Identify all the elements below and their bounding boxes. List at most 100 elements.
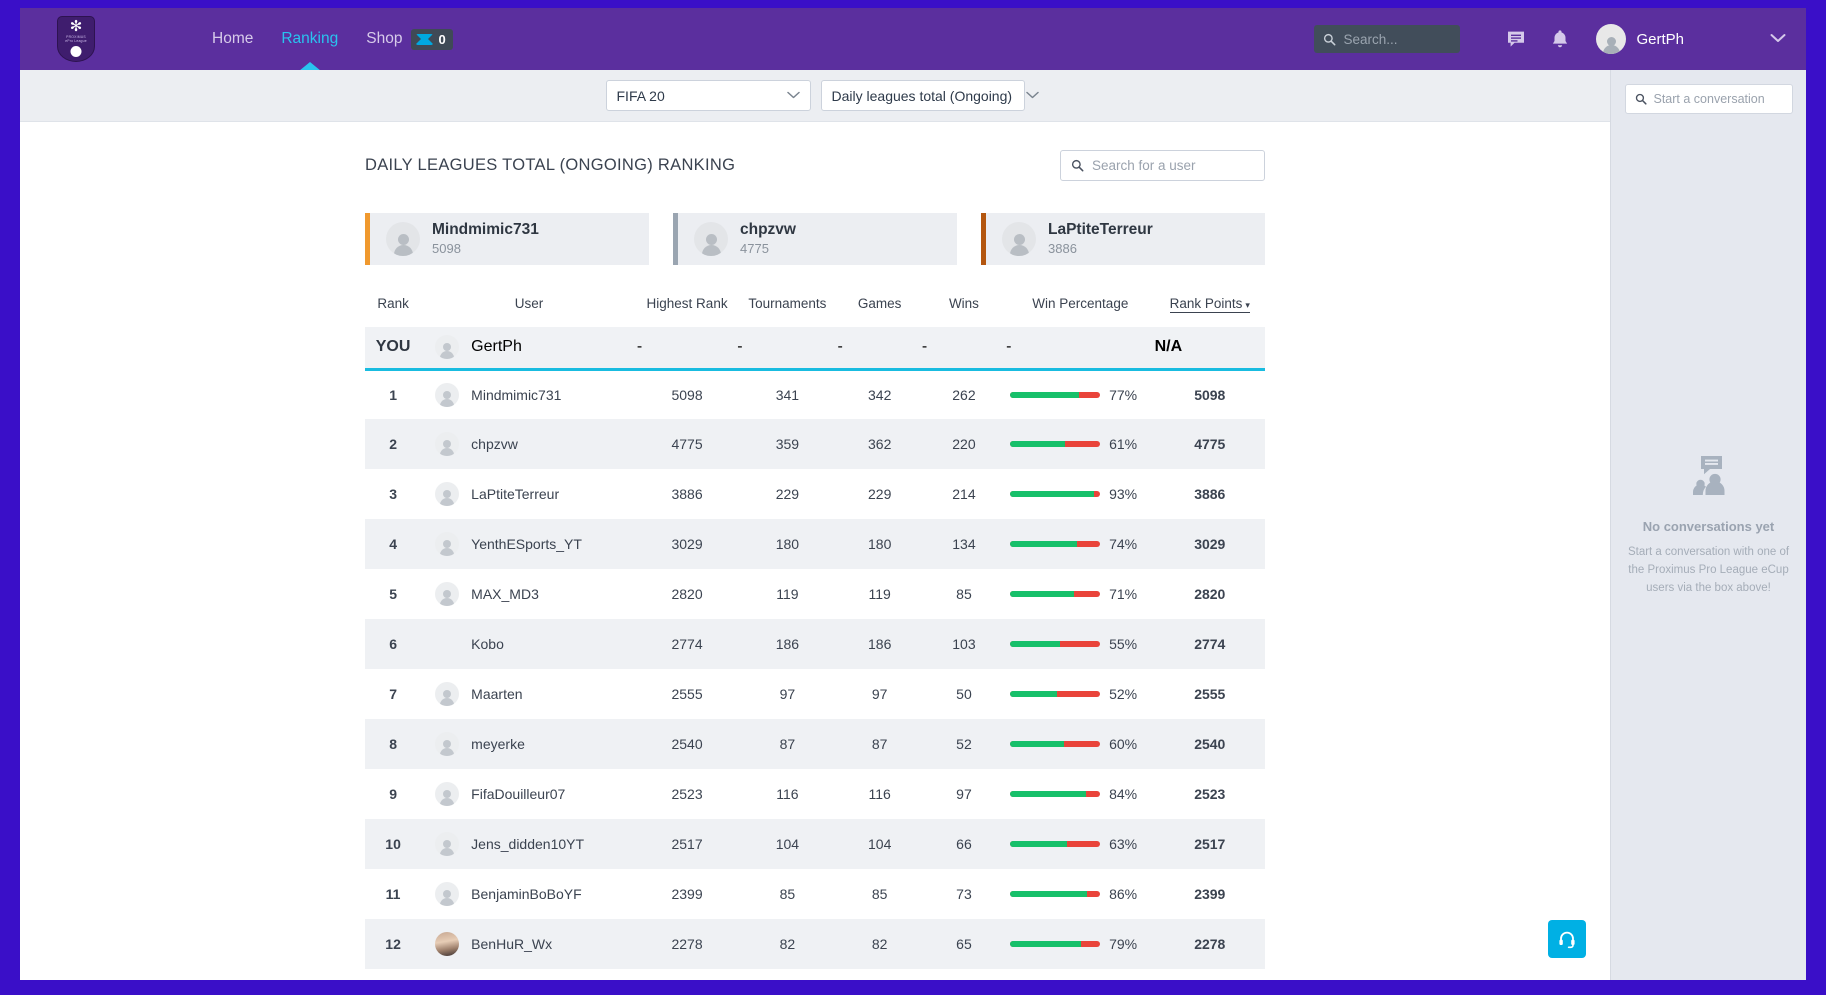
podium-card-1[interactable]: Mindmimic7315098 bbox=[365, 213, 649, 265]
support-button[interactable] bbox=[1548, 920, 1586, 958]
ranking-section: DAILY LEAGUES TOTAL (ONGOING) RANKING Se… bbox=[20, 122, 1610, 969]
column-header-highest-rank[interactable]: Highest Rank bbox=[637, 288, 737, 327]
column-header-rank-points[interactable]: Rank Points▾ bbox=[1155, 288, 1265, 327]
table-row-you[interactable]: YOUGertPh-----N/A bbox=[365, 327, 1265, 369]
conversation-people-icon bbox=[1685, 454, 1733, 498]
cell-username: Jens_didden10YT bbox=[471, 836, 584, 852]
cell-win-percentage: 79% bbox=[1006, 919, 1154, 969]
table-row[interactable]: 2chpzvw477535936222061%4775 bbox=[365, 419, 1265, 469]
cell-tournaments: 97 bbox=[737, 669, 837, 719]
table-row[interactable]: 3LaPtiteTerreur388622922921493%3886 bbox=[365, 469, 1265, 519]
table-row[interactable]: 10Jens_didden10YT25171041046663%2517 bbox=[365, 819, 1265, 869]
you-row-rank-points: N/A bbox=[1155, 327, 1265, 369]
cell-tournaments: 85 bbox=[737, 869, 837, 919]
nav-item-ranking[interactable]: Ranking bbox=[281, 8, 338, 70]
win-percentage-label: 79% bbox=[1109, 936, 1137, 952]
global-search-placeholder: Search... bbox=[1343, 32, 1397, 47]
cell-tournaments: 87 bbox=[737, 719, 837, 769]
podium-card-3[interactable]: LaPtiteTerreur3886 bbox=[981, 213, 1265, 265]
column-header-tournaments[interactable]: Tournaments bbox=[737, 288, 837, 327]
cell-wins: 66 bbox=[922, 819, 1006, 869]
conversations-empty-state: No conversations yet Start a conversatio… bbox=[1611, 454, 1806, 597]
cell-win-percentage: 93% bbox=[1006, 469, 1154, 519]
league-select[interactable]: Daily leagues total (Ongoing) bbox=[821, 80, 1025, 111]
ticket-badge[interactable]: 0 bbox=[411, 29, 452, 50]
cell-rank: 11 bbox=[365, 869, 421, 919]
table-header-row: Rank User Highest Rank Tournaments Games… bbox=[365, 288, 1265, 327]
cell-username: BenjaminBoBoYF bbox=[471, 886, 582, 902]
user-search-input[interactable]: Search for a user bbox=[1060, 150, 1265, 181]
cell-tournaments: 186 bbox=[737, 619, 837, 669]
cell-games: 180 bbox=[838, 519, 922, 569]
cell-win-percentage: 55% bbox=[1006, 619, 1154, 669]
avatar bbox=[435, 782, 459, 806]
headset-icon bbox=[1557, 929, 1577, 949]
chevron-down-icon bbox=[1770, 33, 1786, 43]
avatar-empty bbox=[435, 632, 459, 656]
column-header-rank-points-sorted[interactable]: Rank Points▾ bbox=[1170, 296, 1250, 313]
chat-bubble-icon bbox=[1506, 30, 1526, 49]
win-percentage-bar bbox=[1010, 941, 1100, 947]
table-row[interactable]: 6Kobo277418618610355%2774 bbox=[365, 619, 1265, 669]
column-header-rank[interactable]: Rank bbox=[365, 288, 421, 327]
win-percentage-bar bbox=[1010, 441, 1100, 447]
cell-games: 104 bbox=[838, 819, 922, 869]
conversations-sidebar: Start a conversation No conversations ye… bbox=[1610, 70, 1806, 980]
cell-rank: 12 bbox=[365, 919, 421, 969]
podium-card-name: chpzvw bbox=[740, 221, 796, 238]
nav-item-shop-label: Shop bbox=[366, 8, 402, 70]
cell-games: 97 bbox=[838, 669, 922, 719]
game-select[interactable]: FIFA 20 bbox=[606, 80, 811, 111]
table-row[interactable]: 8meyerke254087875260%2540 bbox=[365, 719, 1265, 769]
cell-username: YenthESports_YT bbox=[471, 536, 582, 552]
win-percentage-bar bbox=[1010, 891, 1100, 897]
table-row[interactable]: 4YenthESports_YT302918018013474%3029 bbox=[365, 519, 1265, 569]
cell-username: chpzvw bbox=[471, 436, 518, 452]
column-header-win-percentage[interactable]: Win Percentage bbox=[1006, 288, 1154, 327]
win-percentage-label: 60% bbox=[1109, 736, 1137, 752]
cell-tournaments: 359 bbox=[737, 419, 837, 469]
nav-item-home[interactable]: Home bbox=[212, 8, 253, 70]
user-menu-chevron[interactable] bbox=[1770, 30, 1786, 48]
podium: Mindmimic7315098 chpzvw4775 LaPtiteTerreur… bbox=[365, 213, 1265, 265]
cell-rank: 6 bbox=[365, 619, 421, 669]
you-row-label: YOU bbox=[365, 327, 421, 369]
empty-state-title: No conversations yet bbox=[1627, 519, 1790, 534]
main-content: FIFA 20 Daily leagues total (Ongoing) DA… bbox=[20, 70, 1610, 980]
table-row[interactable]: 7Maarten255597975052%2555 bbox=[365, 669, 1265, 719]
cell-wins: 50 bbox=[922, 669, 1006, 719]
column-header-user[interactable]: User bbox=[421, 288, 637, 327]
table-row[interactable]: 1Mindmimic731509834134226277%5098 bbox=[365, 369, 1265, 419]
nav-item-shop[interactable]: Shop 0 bbox=[366, 8, 452, 70]
cell-rank-points: 2523 bbox=[1155, 769, 1265, 819]
cell-wins: 214 bbox=[922, 469, 1006, 519]
cell-wins: 97 bbox=[922, 769, 1006, 819]
messages-button[interactable] bbox=[1494, 8, 1538, 70]
conversation-search-input[interactable]: Start a conversation bbox=[1625, 84, 1793, 114]
cell-games: 342 bbox=[838, 369, 922, 419]
cell-rank-points: 2399 bbox=[1155, 869, 1265, 919]
win-percentage-bar bbox=[1010, 641, 1100, 647]
avatar bbox=[386, 222, 420, 256]
table-row[interactable]: 12BenHuR_Wx227882826579%2278 bbox=[365, 919, 1265, 969]
chevron-down-icon bbox=[773, 90, 800, 102]
global-search-input[interactable]: Search... bbox=[1314, 25, 1460, 53]
user-menu[interactable]: GertPh bbox=[1596, 24, 1684, 54]
podium-card-2[interactable]: chpzvw4775 bbox=[673, 213, 957, 265]
win-percentage-label: 77% bbox=[1109, 387, 1137, 403]
cell-rank-points: 2774 bbox=[1155, 619, 1265, 669]
table-row[interactable]: 5MAX_MD328201191198571%2820 bbox=[365, 569, 1265, 619]
logo-subtitle: PROXIMUSePro League bbox=[65, 35, 87, 43]
table-row[interactable]: 9FifaDouilleur0725231161169784%2523 bbox=[365, 769, 1265, 819]
logo-link[interactable]: ✻ PROXIMUSePro League bbox=[20, 16, 132, 62]
table-row[interactable]: 11BenjaminBoBoYF239985857386%2399 bbox=[365, 869, 1265, 919]
column-header-games[interactable]: Games bbox=[838, 288, 922, 327]
cell-highest-rank: 2540 bbox=[637, 719, 737, 769]
cell-win-percentage: 63% bbox=[1006, 819, 1154, 869]
notifications-button[interactable] bbox=[1538, 8, 1582, 70]
cell-wins: 52 bbox=[922, 719, 1006, 769]
win-percentage-bar bbox=[1010, 741, 1100, 747]
cell-rank: 10 bbox=[365, 819, 421, 869]
column-header-wins[interactable]: Wins bbox=[922, 288, 1006, 327]
avatar bbox=[435, 532, 459, 556]
